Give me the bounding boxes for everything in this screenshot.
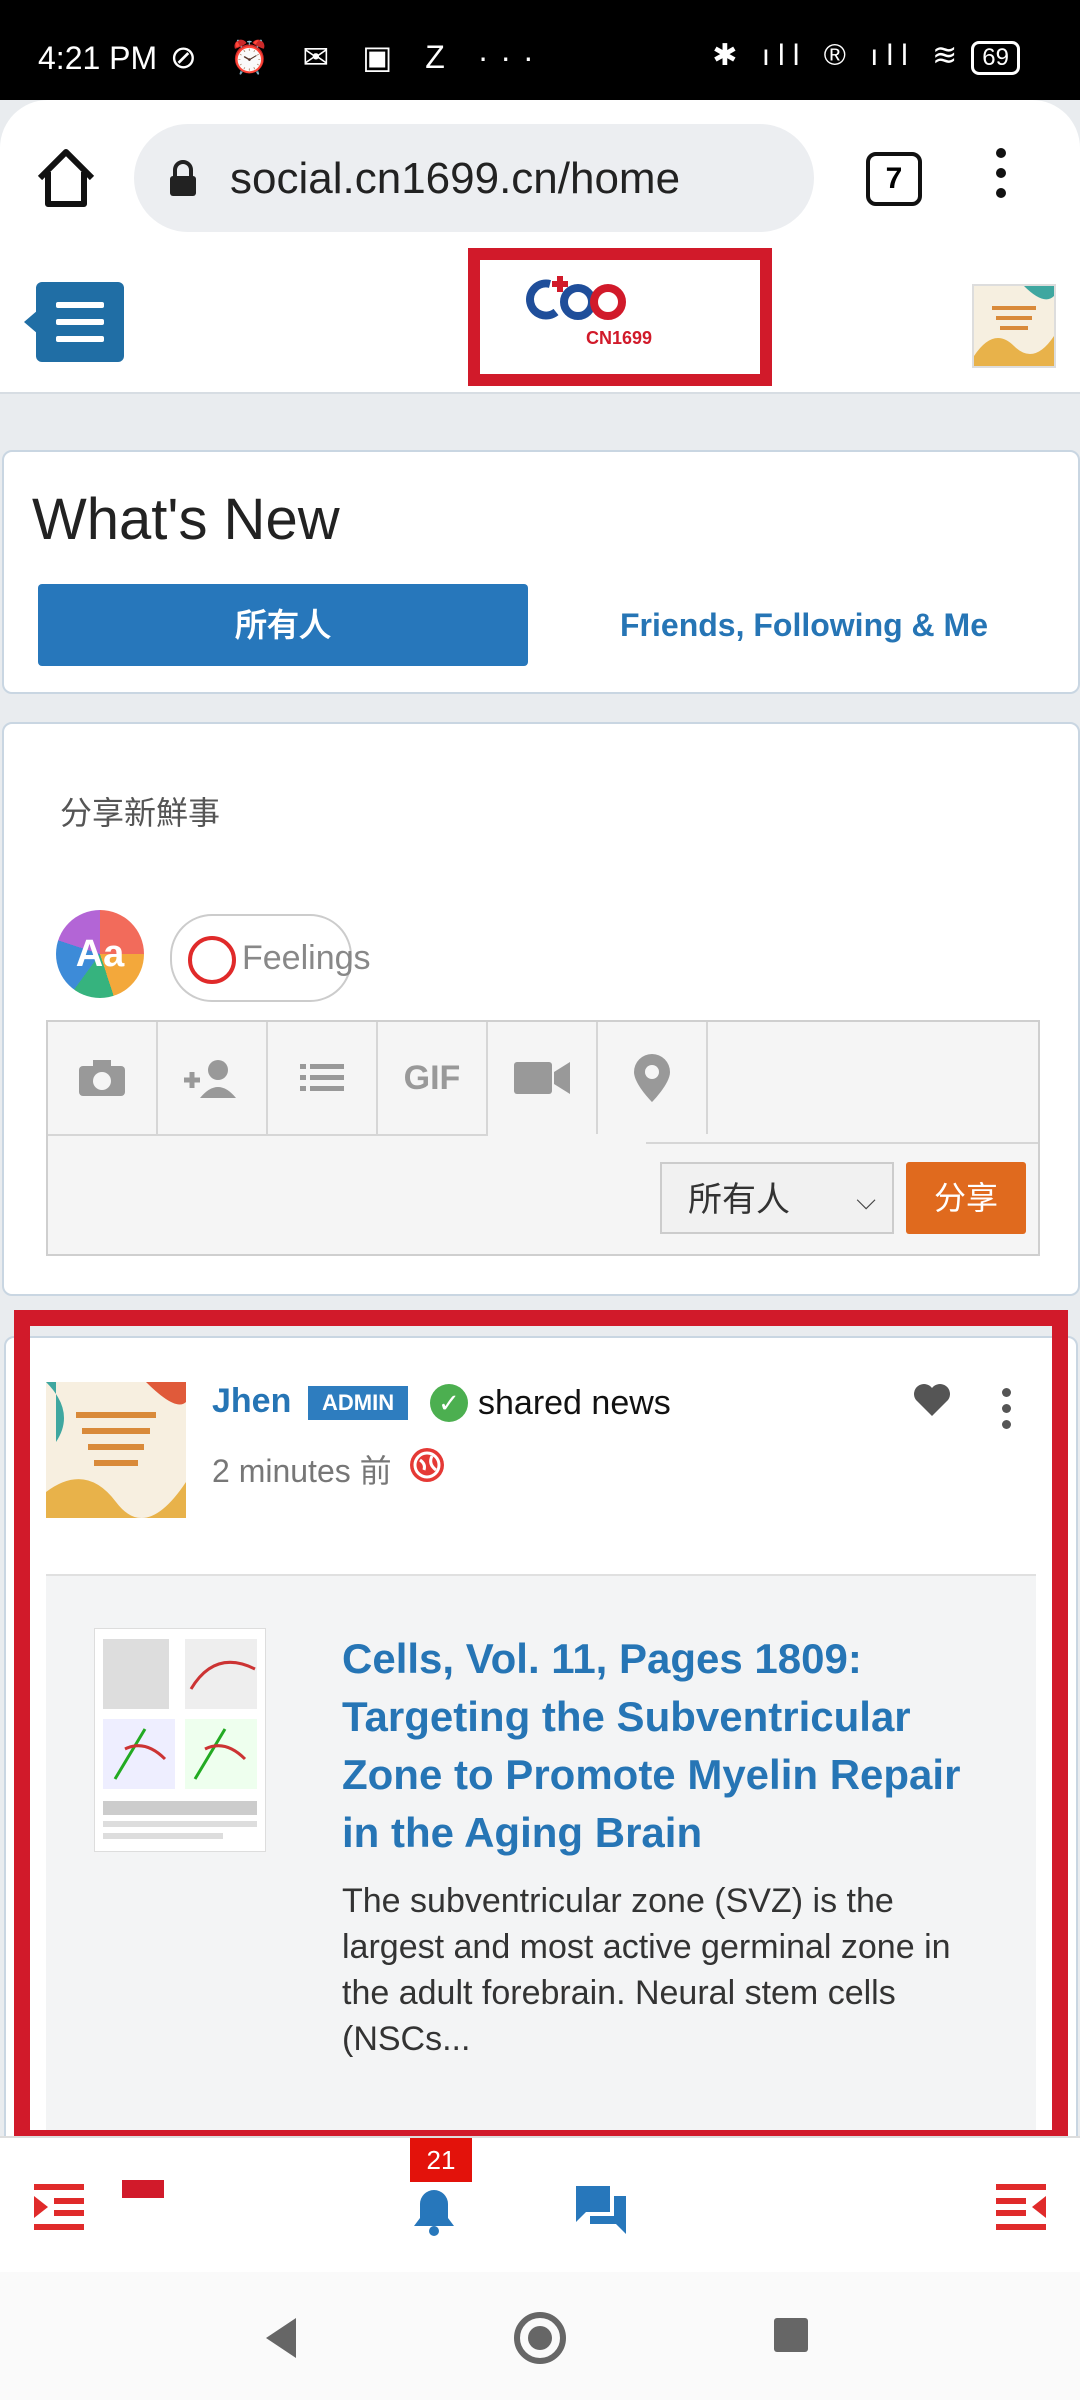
left-panel-icon[interactable] (34, 2182, 84, 2237)
news-excerpt: The subventricular zone (SVZ) is the lar… (342, 1882, 951, 2058)
post-composer: 分享新鮮事 Aa Feelings GIF 所有人 ⌵ 分享 (2, 722, 1080, 1296)
camera-icon[interactable] (48, 1022, 158, 1136)
tag-friend-icon[interactable] (158, 1022, 268, 1136)
post-author-avatar[interactable] (46, 1382, 186, 1518)
tab-friends-following[interactable]: Friends, Following & Me (564, 584, 1044, 666)
page-title: What's New (32, 487, 340, 552)
privacy-select-value: 所有人 (688, 1181, 790, 1219)
browser-toolbar: social.cn1699.cn/home 7 (0, 100, 1080, 258)
toolbar-divider (646, 1142, 1038, 1144)
signal-wifi-icons: ✱ ıll ® ıll ≋ (712, 39, 966, 72)
browser-menu-icon[interactable] (996, 148, 1008, 208)
bell-icon[interactable] (412, 2186, 456, 2241)
site-logo[interactable]: CN1699 (468, 248, 772, 386)
lock-icon (168, 160, 198, 198)
news-thumbnail[interactable] (94, 1628, 266, 1852)
back-icon[interactable] (266, 2318, 296, 2358)
verified-check-icon: ✓ (430, 1384, 468, 1422)
privacy-select[interactable]: 所有人 ⌵ (660, 1162, 894, 1234)
logo-text: CN1699 (586, 328, 653, 348)
status-notification-icons: ⊘ ⏰ ✉ ▣ Z ··· (170, 39, 546, 75)
globe-icon (410, 1448, 444, 1482)
post-timestamp[interactable]: 2 minutes 前 (212, 1446, 392, 1492)
share-button[interactable]: 分享 (906, 1162, 1026, 1234)
news-preview[interactable]: Cells, Vol. 11, Pages 1809: Targeting th… (46, 1574, 1036, 2136)
browser-home-icon[interactable] (32, 144, 100, 212)
chat-icon[interactable] (574, 2184, 628, 2241)
red-indicator (122, 2180, 164, 2198)
url-text: social.cn1699.cn/home (230, 154, 681, 203)
site-header: CN1699 (0, 248, 1080, 394)
hamburger-menu-button[interactable] (24, 282, 124, 362)
recent-apps-icon[interactable] (774, 2318, 808, 2352)
smiley-icon (188, 936, 236, 984)
address-bar[interactable]: social.cn1699.cn/home (134, 124, 814, 232)
feelings-label: Feelings (242, 939, 371, 977)
video-icon[interactable] (488, 1022, 598, 1134)
composer-input[interactable]: 分享新鮮事 (60, 788, 220, 834)
chevron-down-icon: ⌵ (856, 1185, 876, 1215)
right-panel-icon[interactable] (996, 2182, 1046, 2237)
news-title[interactable]: Cells, Vol. 11, Pages 1809: Targeting th… (342, 1630, 982, 1862)
whats-new-card: What's New 所有人 Friends, Following & Me (2, 450, 1080, 694)
composer-toolbar: GIF 所有人 ⌵ 分享 (46, 1020, 1040, 1256)
tab-all[interactable]: 所有人 (38, 584, 528, 666)
tab-switcher-button[interactable]: 7 (866, 152, 922, 206)
poll-list-icon[interactable] (268, 1022, 378, 1136)
bottom-app-bar: 21 (0, 2136, 1080, 2274)
text-style-button[interactable]: Aa (56, 910, 144, 998)
location-icon[interactable] (598, 1022, 708, 1134)
status-bar: 4:21 PM ⊘ ⏰ ✉ ▣ Z ··· ✱ ıll ® ıll ≋ 69 (0, 0, 1080, 100)
user-avatar[interactable] (972, 284, 1056, 368)
logo-rings-icon (526, 276, 626, 320)
admin-badge: ADMIN (308, 1386, 409, 1420)
status-system-icons: ✱ ıll ® ıll ≋ 69 (712, 38, 1020, 75)
notification-count-badge: 21 (410, 2138, 472, 2182)
post-author-name[interactable]: Jhen (212, 1382, 291, 1421)
battery-icon: 69 (971, 41, 1020, 75)
home-icon[interactable] (514, 2312, 566, 2364)
status-time: 4:21 PM (38, 40, 158, 76)
news-post: Jhen ADMIN ✓ shared news 2 minutes 前 Cel… (4, 1336, 1078, 2200)
post-action-text: shared news (478, 1384, 671, 1422)
feelings-button[interactable]: Feelings (170, 914, 371, 1002)
gif-icon[interactable]: GIF (378, 1022, 488, 1136)
system-navigation-bar (0, 2272, 1080, 2400)
like-heart-icon[interactable] (912, 1382, 952, 1418)
post-options-icon[interactable] (1002, 1388, 1012, 1436)
